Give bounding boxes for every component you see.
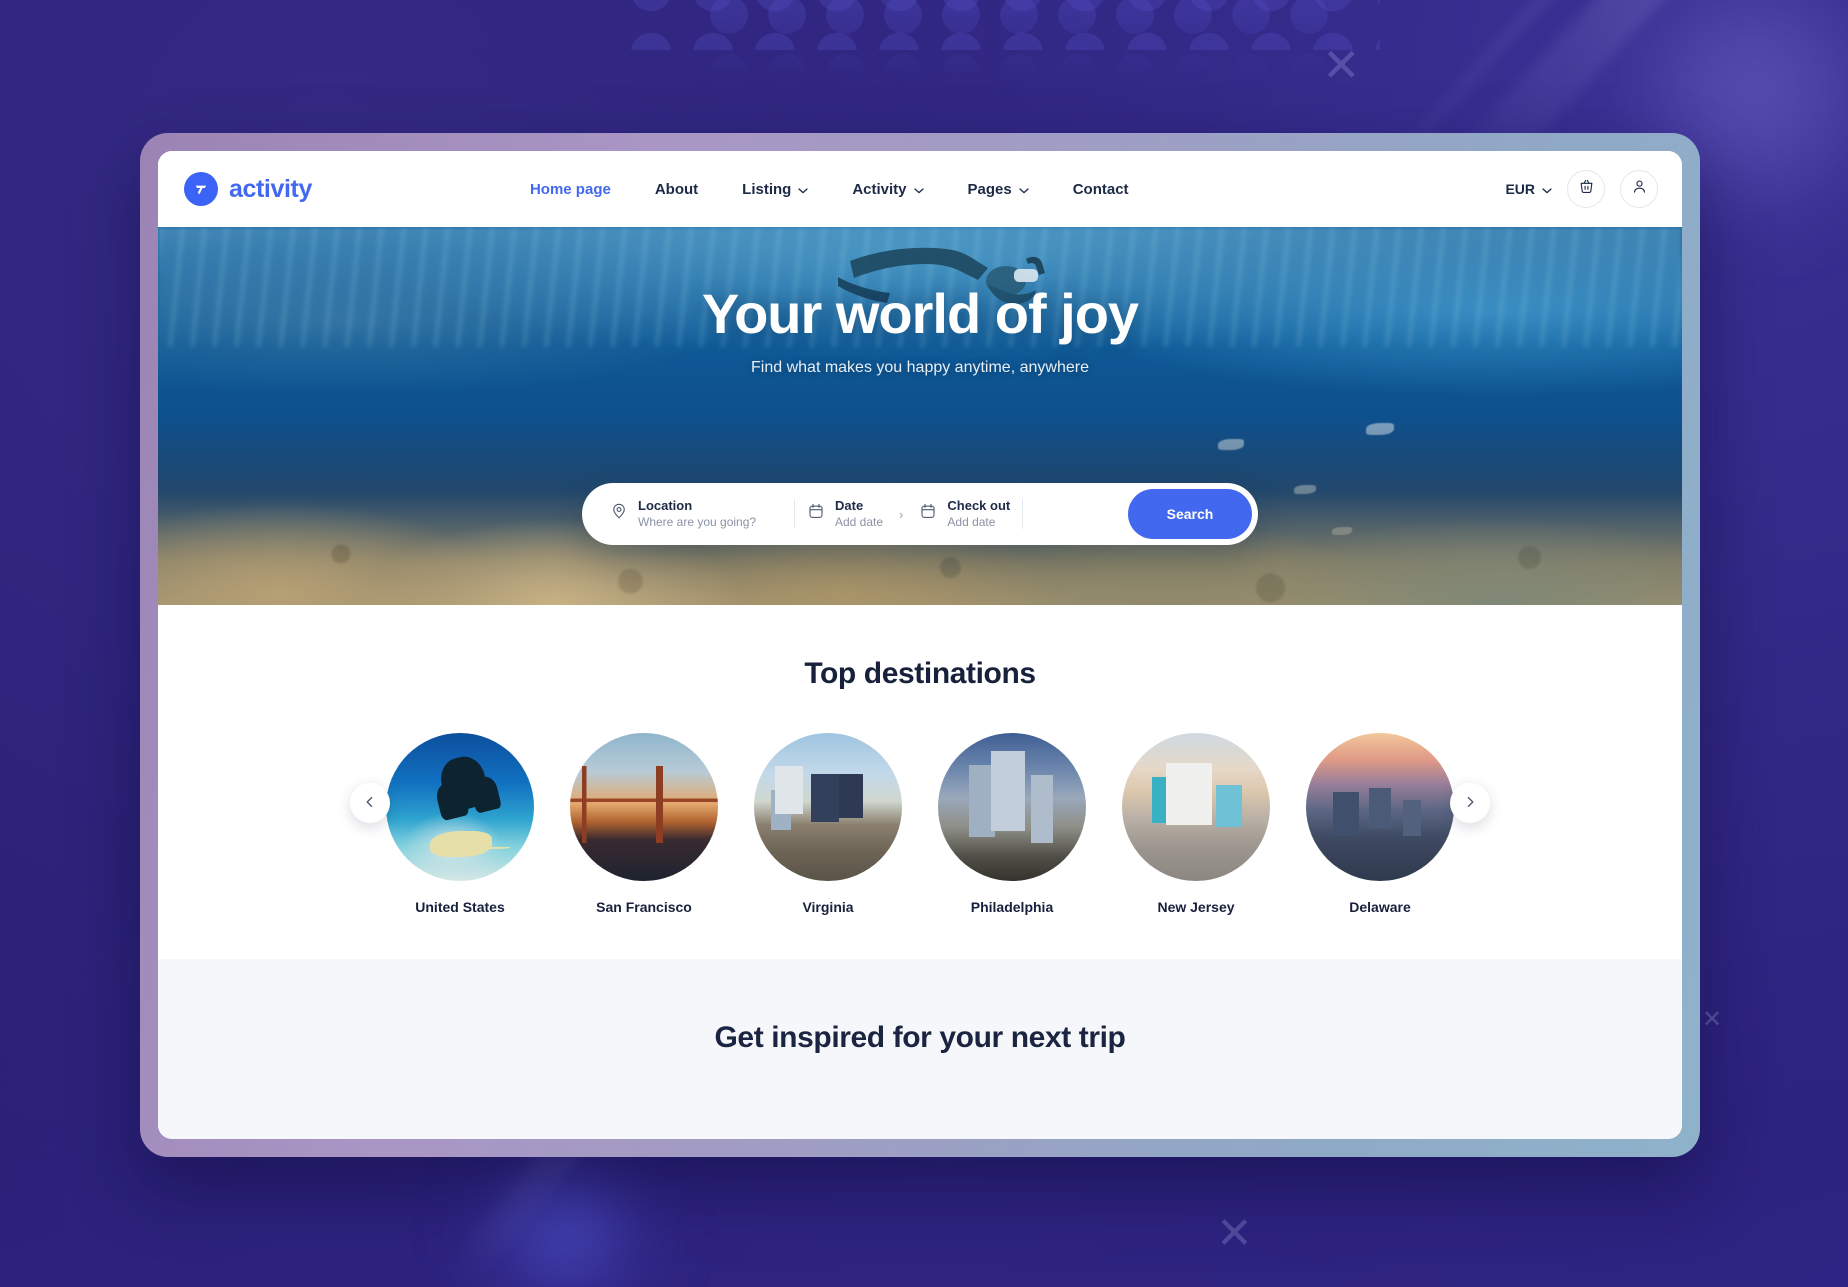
carousel-prev-button[interactable] [350,783,390,823]
x-mark-icon: ✕ [1322,39,1361,91]
hero-subtitle: Find what makes you happy anytime, anywh… [751,359,1089,376]
navbar-actions: EUR [1505,170,1658,208]
calendar-icon [807,502,825,525]
nav-item-label: Home page [529,180,611,198]
destination-label: San Francisco [596,899,692,915]
carousel-next-button[interactable] [1450,783,1490,823]
map-pin-icon [610,502,628,525]
search-location-field[interactable]: Location Where are you going? [598,497,794,529]
destination-card[interactable]: Delaware [1306,733,1454,915]
nav-item-pages[interactable]: Pages [968,181,1029,198]
chevron-down-icon [913,181,924,198]
chevron-down-icon [1542,181,1552,197]
search-date-input[interactable]: Add date [835,515,883,529]
nav-item-label: Contact [1072,180,1129,198]
dot-grid-decoration-secondary [620,0,1380,50]
brand-logo[interactable]: activity [184,172,312,206]
search-date-field[interactable]: Date Add date [795,497,895,529]
nav-item-label: Pages [967,180,1012,198]
destination-card[interactable]: Virginia [754,733,902,915]
destination-card[interactable]: Philadelphia [938,733,1086,915]
basket-icon [1578,178,1595,200]
user-icon [1631,178,1648,200]
get-inspired-section: Get inspired for your next trip [158,959,1682,1139]
website-viewport: activity Home page About Listing Activit… [158,151,1682,1139]
search-checkout-field[interactable]: Check out Add date [907,497,1022,529]
top-destinations-section: Top destinations United States San Franc… [158,605,1682,959]
nav-item-label: Listing [742,180,792,198]
brand-name: activity [229,174,312,203]
destination-label: United States [415,899,505,915]
nav-menu: Home page About Listing Activity Pages C… [530,181,1129,198]
date-range-arrow-icon: › [899,506,904,522]
destination-image [754,733,902,881]
hero-title: Your world of joy [701,282,1139,345]
t-logo-icon [184,172,218,206]
currency-selector[interactable]: EUR [1505,181,1552,197]
destination-label: New Jersey [1157,899,1235,915]
section-title-top-destinations: Top destinations [804,657,1036,690]
search-button[interactable]: Search [1128,489,1252,539]
currency-label: EUR [1505,181,1535,197]
nav-item-label: Activity [852,180,907,198]
account-button[interactable] [1620,170,1658,208]
x-mark-icon: ✕ [1702,1006,1723,1033]
site-navbar: activity Home page About Listing Activit… [158,151,1682,227]
chevron-down-icon [798,181,808,198]
search-date-label: Date [835,497,864,513]
chevron-left-icon [364,796,376,811]
destination-label: Philadelphia [970,899,1054,915]
x-mark-icon: ✕ [1216,1209,1253,1258]
chevron-right-icon [1464,796,1476,811]
destination-label: Delaware [1349,899,1411,915]
destination-image [386,733,534,881]
destination-label: Virginia [802,899,854,915]
search-checkout-label: Check out [947,497,1011,513]
nav-item-about[interactable]: About [655,181,698,198]
destination-image [570,733,718,881]
destination-image [1306,733,1454,881]
cart-button[interactable] [1567,170,1605,208]
chevron-down-icon [1019,181,1029,198]
search-divider [1022,499,1024,529]
search-location-label: Location [638,497,693,513]
browser-window-frame: activity Home page About Listing Activit… [140,133,1700,1157]
search-checkout-input[interactable]: Add date [947,515,1010,529]
section-title-get-inspired: Get inspired for your next trip [714,1021,1126,1054]
destination-image [1122,733,1270,881]
search-bar: Location Where are you going? Date Add d… [582,483,1258,545]
search-location-input[interactable]: Where are you going? [638,515,756,529]
destination-card[interactable]: New Jersey [1122,733,1270,915]
nav-item-label: About [654,180,699,198]
nav-item-listing[interactable]: Listing [742,181,808,198]
destinations-carousel: United States San Francisco Virginia Phi… [158,733,1682,915]
nav-item-activity[interactable]: Activity [852,180,924,198]
nav-item-contact[interactable]: Contact [1073,181,1129,198]
hero-section: Your world of joy Find what makes you ha… [158,227,1682,605]
hero-content: Your world of joy Find what makes you ha… [158,227,1682,377]
nav-item-home-page[interactable]: Home page [530,181,611,198]
destination-image [938,733,1086,881]
calendar-icon [919,502,937,525]
destination-card[interactable]: San Francisco [570,733,718,915]
destination-card[interactable]: United States [386,733,534,915]
